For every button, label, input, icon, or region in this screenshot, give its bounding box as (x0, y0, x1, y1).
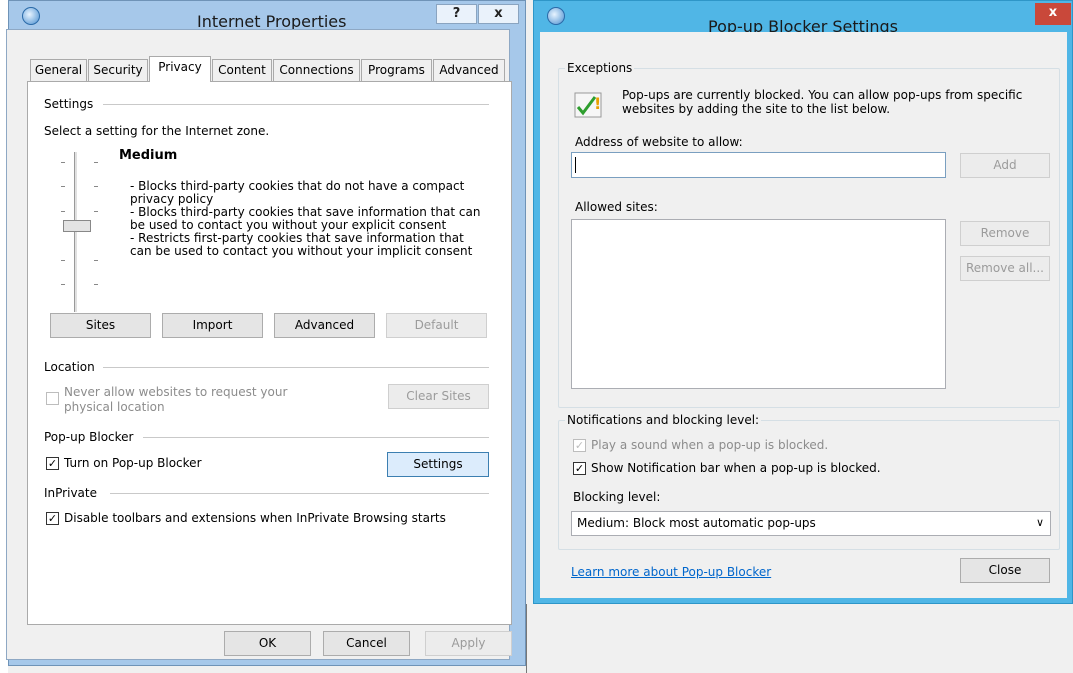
help-button[interactable]: ? (436, 4, 477, 24)
slider-tick (94, 260, 98, 261)
sites-button[interactable]: Sites (50, 313, 151, 338)
settings-divider (103, 104, 489, 105)
disable-toolbars-label: Disable toolbars and extensions when InP… (64, 511, 446, 525)
location-heading: Location (44, 360, 95, 374)
tab-connections[interactable]: Connections (273, 59, 360, 81)
tab-general[interactable]: General (30, 59, 87, 81)
never-allow-checkbox[interactable] (46, 392, 59, 405)
default-button[interactable]: Default (386, 313, 487, 338)
slider-tick (94, 284, 98, 285)
popup-close-button[interactable]: Close (960, 558, 1050, 583)
address-input[interactable] (571, 152, 946, 178)
add-button[interactable]: Add (960, 153, 1050, 178)
advanced-button[interactable]: Advanced (274, 313, 375, 338)
slider-track (74, 152, 78, 312)
warning-shield-icon: ! (573, 87, 605, 119)
popup-close-icon[interactable]: x (1035, 3, 1071, 25)
chevron-down-icon: ∨ (1035, 516, 1044, 529)
never-allow-label: Never allow websites to request your (64, 385, 288, 399)
ie-settings-icon (22, 7, 40, 25)
location-divider (103, 367, 489, 368)
slider-tick (61, 211, 65, 212)
info-line: websites by adding the site to the list … (622, 102, 891, 116)
privacy-level: Medium (119, 148, 178, 163)
blocking-level-label: Blocking level: (573, 490, 661, 504)
address-label: Address of website to allow: (575, 135, 743, 149)
show-bar-checkbox[interactable]: ✓ (573, 462, 586, 475)
ie-settings-icon (547, 7, 565, 25)
play-sound-label: Play a sound when a pop-up is blocked. (591, 438, 829, 452)
apply-button[interactable]: Apply (425, 631, 512, 656)
popup-blocker-heading: Pop-up Blocker (44, 430, 134, 444)
play-sound-checkbox[interactable]: ✓ (573, 439, 586, 452)
learn-more-link[interactable]: Learn more about Pop-up Blocker (571, 565, 771, 579)
description-line: be used to contact you without your expl… (130, 218, 447, 232)
inprivate-heading: InPrivate (44, 486, 97, 500)
popup-settings-button[interactable]: Settings (387, 452, 489, 477)
never-allow-label: physical location (64, 400, 165, 414)
slider-tick (61, 162, 65, 163)
turn-on-popup-label: Turn on Pop-up Blocker (64, 456, 202, 470)
blocking-level-select[interactable]: Medium: Block most automatic pop-ups ∨ (571, 511, 1051, 536)
description-line: privacy policy (130, 192, 214, 206)
inprivate-divider (110, 493, 489, 494)
tab-security[interactable]: Security (88, 59, 148, 81)
svg-text:!: ! (594, 94, 601, 113)
tab-privacy[interactable]: Privacy (149, 56, 211, 82)
turn-on-popup-checkbox[interactable]: ✓ (46, 457, 59, 470)
info-line: Pop-ups are currently blocked. You can a… (622, 88, 1023, 102)
tab-programs[interactable]: Programs (361, 59, 432, 81)
text-caret (575, 157, 576, 173)
close-button[interactable]: x (478, 4, 519, 24)
background-area (526, 604, 1073, 673)
privacy-tab-page (27, 81, 512, 625)
description-line: - Blocks third-party cookies that do not… (130, 179, 465, 193)
slider-tick (94, 186, 98, 187)
remove-all-button[interactable]: Remove all... (960, 256, 1050, 281)
slider-tick (61, 186, 65, 187)
exceptions-heading: Exceptions (565, 61, 635, 75)
allowed-sites-list[interactable] (571, 219, 946, 389)
clear-sites-button[interactable]: Clear Sites (388, 384, 489, 409)
disable-toolbars-checkbox[interactable]: ✓ (46, 512, 59, 525)
blocking-level-value: Medium: Block most automatic pop-ups (577, 516, 816, 530)
zone-text: Select a setting for the Internet zone. (44, 124, 270, 138)
slider-tick (61, 260, 65, 261)
import-button[interactable]: Import (162, 313, 263, 338)
cancel-button[interactable]: Cancel (323, 631, 410, 656)
popup-divider (143, 437, 489, 438)
remove-button[interactable]: Remove (960, 221, 1050, 246)
ok-button[interactable]: OK (224, 631, 311, 656)
slider-tick (61, 284, 65, 285)
tab-content[interactable]: Content (212, 59, 272, 81)
settings-heading: Settings (44, 97, 94, 111)
description-line: - Blocks third-party cookies that save i… (130, 205, 481, 219)
tab-advanced[interactable]: Advanced (433, 59, 505, 81)
allowed-sites-label: Allowed sites: (575, 200, 658, 214)
description-line: - Restricts first-party cookies that sav… (130, 231, 464, 245)
slider-thumb[interactable] (63, 220, 91, 232)
description-line: can be used to contact you without your … (130, 244, 473, 258)
slider-tick (94, 162, 98, 163)
show-bar-label: Show Notification bar when a pop-up is b… (591, 461, 881, 475)
slider-tick (94, 211, 98, 212)
notifications-heading: Notifications and blocking level: (565, 413, 762, 427)
